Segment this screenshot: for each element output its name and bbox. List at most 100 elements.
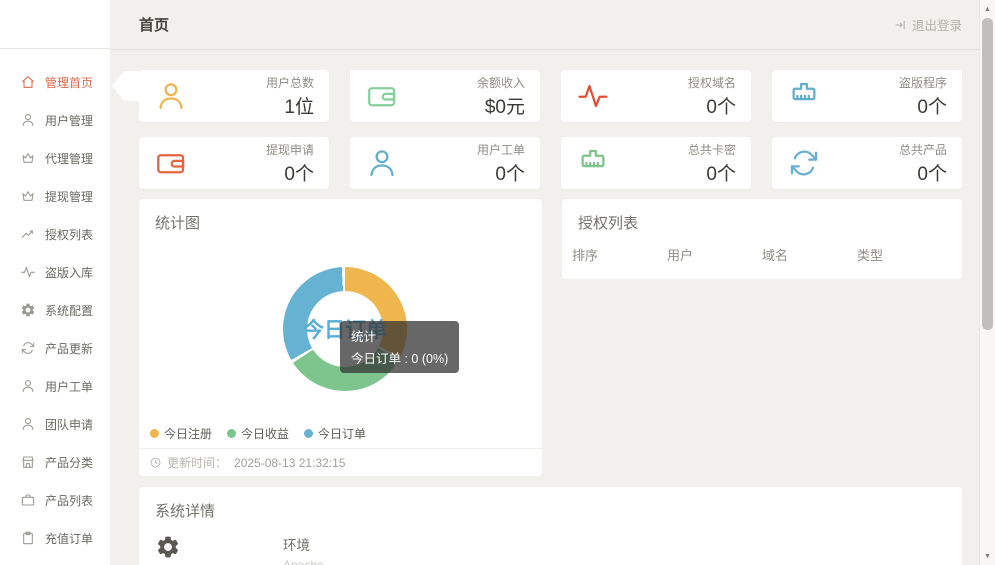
stat-cards: 用户总数1位余额收入$0元授权域名0个盗版程序0个提现申请0个用户工单0个总共卡…: [139, 70, 962, 189]
home-icon: [20, 74, 36, 90]
sidebar-item-label: 授权列表: [45, 226, 93, 243]
user-icon: [20, 378, 36, 394]
sidebar-item-user-tickets[interactable]: 用户工单: [0, 367, 110, 405]
sidebar-item-withdraw-management[interactable]: 提现管理: [0, 177, 110, 215]
stat-card-label: 总共卡密: [688, 141, 736, 158]
sidebar-item-user-management[interactable]: 用户管理: [0, 101, 110, 139]
stat-card-label: 用户总数: [266, 74, 314, 91]
stat-card-label: 盗版程序: [899, 74, 947, 91]
sidebar-item-product-update[interactable]: 产品更新: [0, 329, 110, 367]
stat-card-label: 余额收入: [477, 74, 525, 91]
stat-card-value: 0个: [266, 159, 314, 186]
user-icon: [365, 146, 399, 180]
refresh-icon: [787, 146, 821, 180]
chart-panel-title: 统计图: [139, 199, 542, 233]
sidebar-nav: 管理首页用户管理代理管理提现管理授权列表盗版入库系统配置产品更新用户工单团队申请…: [0, 49, 110, 557]
gear-icon: [155, 534, 181, 560]
stat-card-value: 0个: [688, 159, 736, 186]
active-item-arrow: [112, 71, 139, 101]
system-env-value: Apache: [283, 558, 324, 565]
stat-card-meta: 余额收入$0元: [477, 74, 525, 119]
legend-label: 今日订单: [318, 425, 366, 442]
logout-icon: [894, 18, 908, 32]
panels-row: 统计图 今日订单 统计 今日订单 : 0 (0%) 今日注册今日收益 今日订单 更…: [139, 199, 962, 476]
legend-item[interactable]: 今日订单: [304, 425, 366, 442]
stat-card-label: 提现申请: [266, 141, 314, 158]
updated-label: 更新时间：: [167, 454, 227, 471]
sidebar-item-label: 充值订单: [45, 530, 93, 547]
stat-card-value: 0个: [899, 159, 947, 186]
sidebar: 管理首页用户管理代理管理提现管理授权列表盗版入库系统配置产品更新用户工单团队申请…: [0, 0, 110, 565]
sidebar-item-label: 团队申请: [45, 416, 93, 433]
auth-column-header: 域名: [762, 245, 857, 264]
system-env-label: 环境: [283, 534, 324, 554]
sidebar-item-product-category[interactable]: 产品分类: [0, 443, 110, 481]
tooltip-title: 统计: [351, 326, 448, 345]
logout-button[interactable]: 退出登录: [894, 15, 962, 34]
auth-table-header: 排序用户域名类型: [562, 233, 962, 264]
pulse-icon: [20, 264, 36, 280]
stat-card-total-card-keys: 总共卡密0个: [561, 137, 751, 189]
stat-card-value: 0个: [688, 92, 736, 119]
page-title: 首页: [139, 14, 169, 35]
stat-card-pirate-programs: 盗版程序0个: [772, 70, 962, 122]
stat-card-user-total: 用户总数1位: [139, 70, 329, 122]
legend-dot: [150, 429, 159, 438]
stat-card-meta: 提现申请0个: [266, 141, 314, 186]
stat-card-total-products: 总共产品0个: [772, 137, 962, 189]
sidebar-item-piracy-inbound[interactable]: 盗版入库: [0, 253, 110, 291]
legend-item[interactable]: 今日注册: [150, 425, 212, 442]
legend-item[interactable]: 今日收益: [227, 425, 289, 442]
sidebar-item-label: 管理首页: [45, 74, 93, 91]
stat-card-meta: 盗版程序0个: [899, 74, 947, 119]
sidebar-item-label: 用户管理: [45, 112, 93, 129]
stat-card-label: 总共产品: [899, 141, 947, 158]
stat-card-meta: 总共卡密0个: [688, 141, 736, 186]
sidebar-item-recharge-orders[interactable]: 充值订单: [0, 519, 110, 557]
briefcase-icon: [20, 492, 36, 508]
scrollbar-thumb[interactable]: [982, 18, 993, 330]
sidebar-item-agent-management[interactable]: 代理管理: [0, 139, 110, 177]
sidebar-item-auth-list[interactable]: 授权列表: [0, 215, 110, 253]
stat-card-value: 0个: [477, 159, 525, 186]
stat-card-withdraw-requests: 提现申请0个: [139, 137, 329, 189]
sidebar-item-team-application[interactable]: 团队申请: [0, 405, 110, 443]
sidebar-item-system-config[interactable]: 系统配置: [0, 291, 110, 329]
sidebar-item-admin-home[interactable]: 管理首页: [0, 63, 110, 101]
stat-card-meta: 总共产品0个: [899, 141, 947, 186]
crown-icon: [20, 150, 36, 166]
stat-card-meta: 授权域名0个: [688, 74, 736, 119]
sidebar-item-product-list[interactable]: 产品列表: [0, 481, 110, 519]
chart-tooltip: 统计 今日订单 : 0 (0%): [340, 321, 459, 373]
chart-legend: 今日注册今日收益 今日订单: [150, 425, 366, 442]
scroll-up-arrow[interactable]: ▲: [980, 1, 995, 17]
main-area: 首页 退出登录 用户总数1位余额收入$0元授权域名0个盗版程序0个提现申请0个用…: [110, 0, 979, 565]
sidebar-item-label: 产品更新: [45, 340, 93, 357]
stat-card-label: 授权域名: [688, 74, 736, 91]
chart-panel: 统计图 今日订单 统计 今日订单 : 0 (0%) 今日注册今日收益 今日订单 更…: [139, 199, 542, 476]
stat-card-meta: 用户工单0个: [477, 141, 525, 186]
content-area: 用户总数1位余额收入$0元授权域名0个盗版程序0个提现申请0个用户工单0个总共卡…: [110, 50, 979, 565]
tooltip-text: 今日订单 : 0 (0%): [351, 348, 448, 367]
auth-list-panel: 授权列表 排序用户域名类型: [562, 199, 962, 279]
sidebar-item-label: 系统配置: [45, 302, 93, 319]
user-icon: [20, 112, 36, 128]
stat-card-meta: 用户总数1位: [266, 74, 314, 119]
stat-card-value: $0元: [477, 92, 525, 119]
updated-time: 2025-08-13 21:32:15: [234, 456, 345, 470]
scroll-down-arrow[interactable]: ▼: [980, 548, 995, 564]
sidebar-item-label: 代理管理: [45, 150, 93, 167]
stat-card-label: 用户工单: [477, 141, 525, 158]
sidebar-item-label: 盗版入库: [45, 264, 93, 281]
auth-panel-title: 授权列表: [562, 199, 962, 233]
refresh-icon: [20, 340, 36, 356]
wallet-icon: [154, 146, 188, 180]
scrollbar[interactable]: ▲ ▼: [979, 0, 995, 565]
stat-card-value: 1位: [266, 92, 314, 119]
legend-dot: [227, 429, 236, 438]
system-detail-panel: 系统详情 环境 Apache: [139, 487, 962, 565]
auth-column-header: 用户: [667, 245, 762, 264]
system-panel-title: 系统详情: [139, 487, 962, 521]
sidebar-item-label: 提现管理: [45, 188, 93, 205]
user-icon: [154, 79, 188, 113]
